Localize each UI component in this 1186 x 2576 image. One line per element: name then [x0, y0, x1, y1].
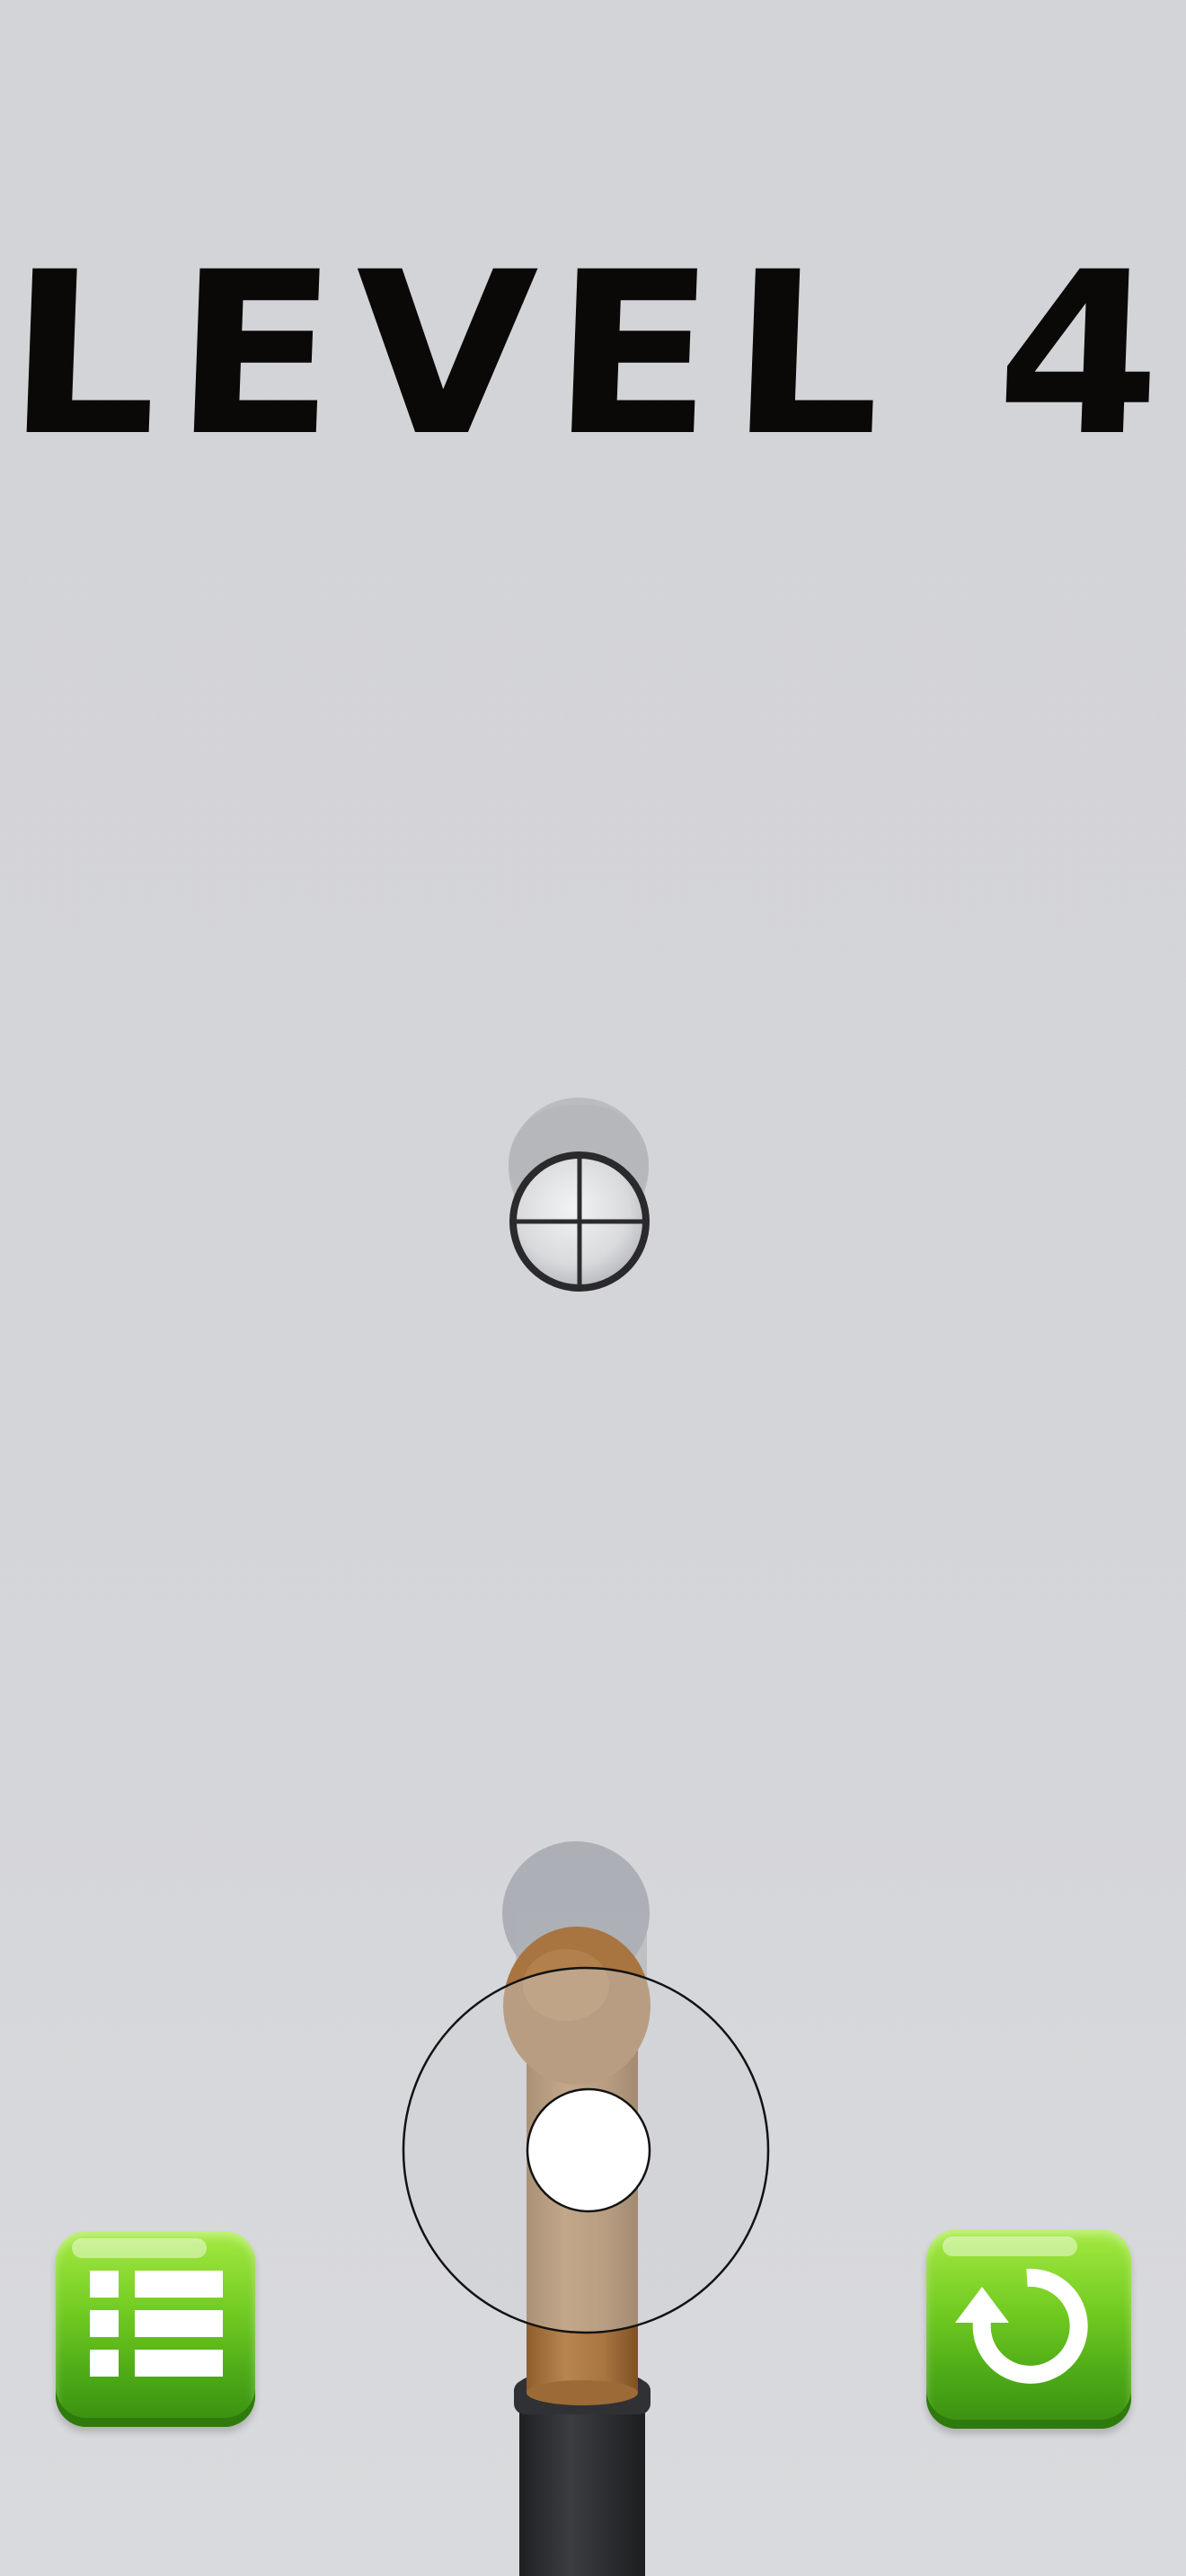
restart-button[interactable] — [926, 2229, 1131, 2429]
list-icon — [90, 2271, 223, 2377]
crosshair-icon[interactable] — [509, 1151, 650, 1292]
joystick-icon[interactable] — [402, 1966, 770, 2334]
game-scene — [402, 1098, 770, 2576]
restart-arrow-icon — [955, 2268, 1088, 2384]
menu-button[interactable] — [56, 2231, 255, 2427]
